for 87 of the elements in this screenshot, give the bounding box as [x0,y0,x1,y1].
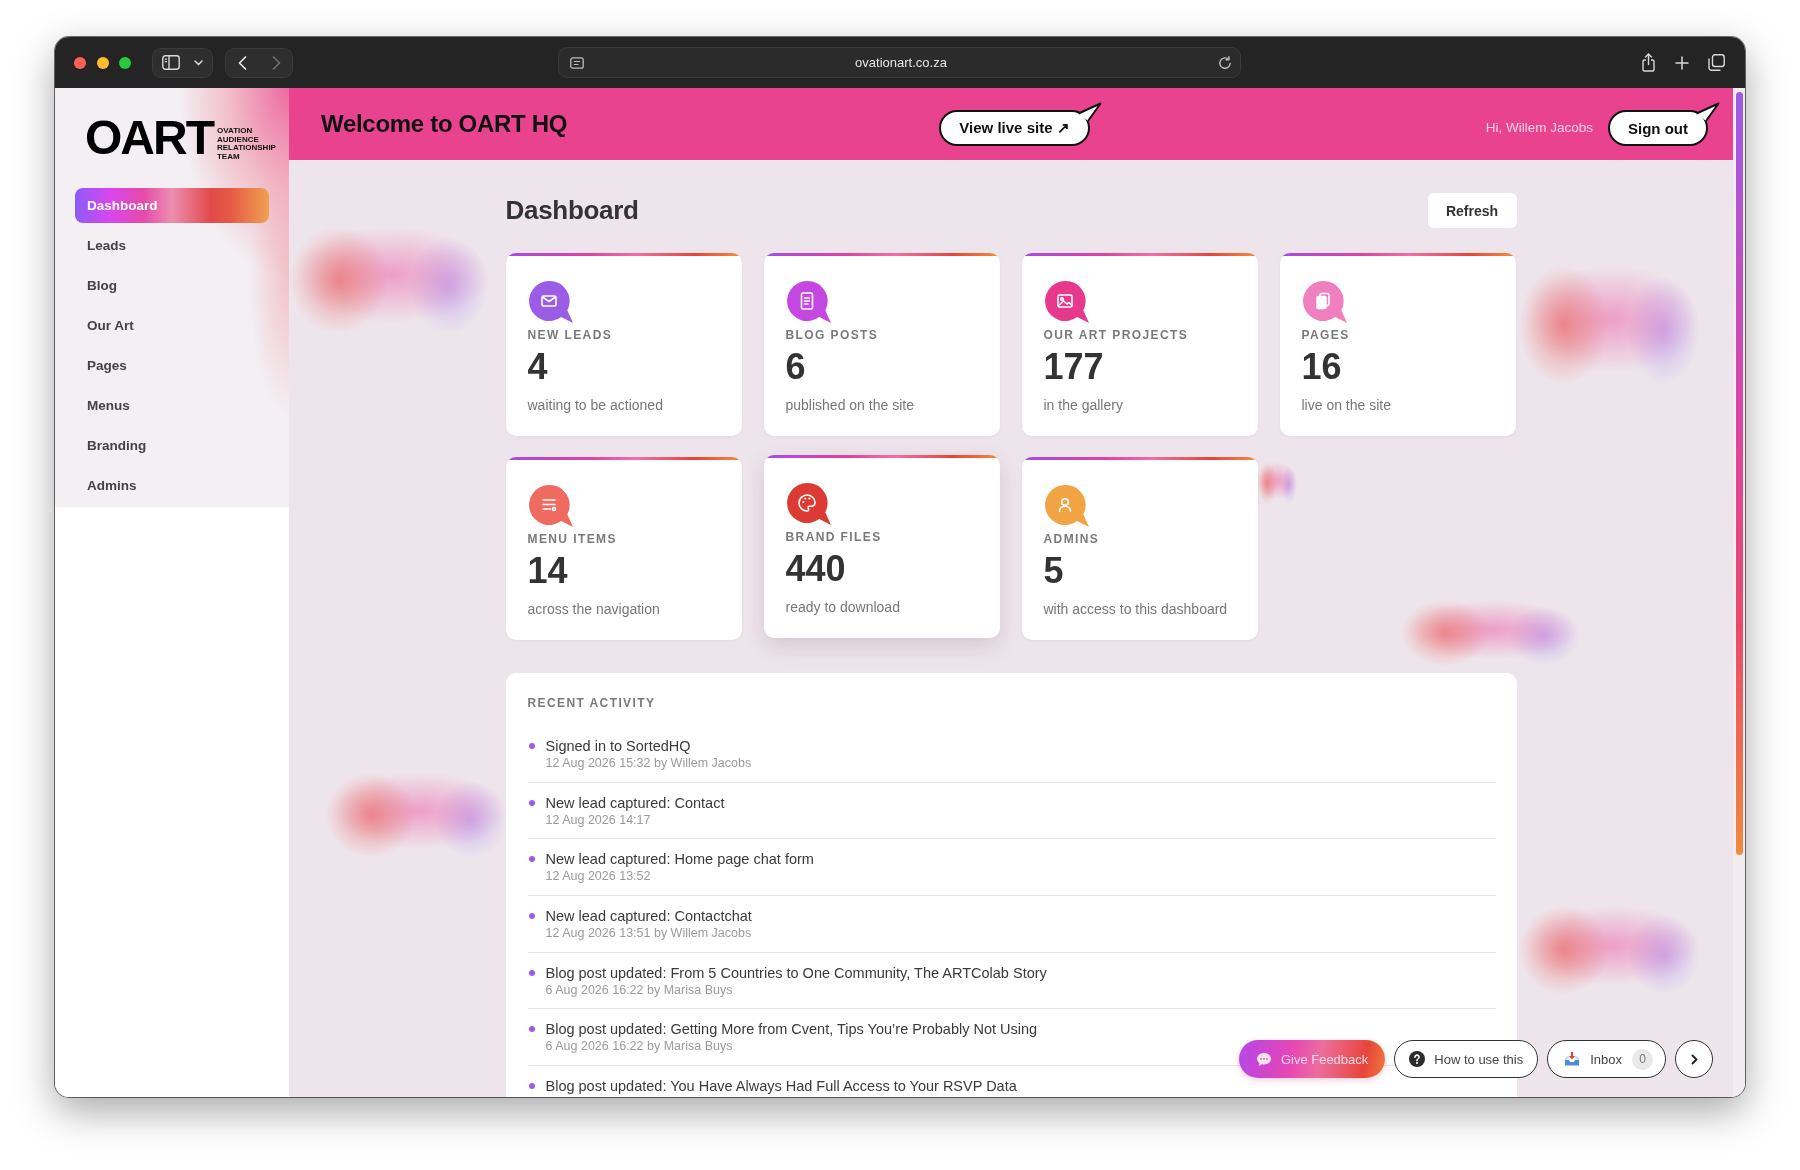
logo-tagline: OVATION AUDIENCE RELATIONSHIP TEAM [217,127,276,161]
activity-title: RECENT ACTIVITY [527,695,657,711]
stat-card[interactable]: OUR ART PROJECTS 177 in the gallery [1021,253,1258,436]
stat-label: BLOG POSTS [785,328,880,342]
stat-label: ADMINS [1043,532,1101,546]
logo-wordmark: OART [85,110,213,166]
stat-card[interactable]: MENU ITEMS 14 across the navigation [505,457,742,640]
chevron-down-icon[interactable] [193,59,203,66]
stat-caption: in the gallery [1043,396,1124,414]
activity-meta: 12 Aug 2026 15:32 by Willem Jacobs [545,755,752,771]
nav-item[interactable]: Pages [75,348,269,383]
chat-bubble-icon [1255,1051,1272,1067]
stat-value: 5 [1043,551,1065,591]
minimize-icon[interactable] [96,56,109,69]
chevron-right-icon [1690,1053,1698,1065]
nav-item[interactable]: Leads [75,228,269,263]
stat-label: MENU ITEMS [527,532,618,546]
bullet-dot-icon [528,1026,535,1033]
stat-caption: ready to download [785,598,901,616]
stat-card[interactable]: PAGES 16 live on the site [1279,253,1516,436]
activity-meta: 12 Aug 2026 13:51 by Willem Jacobs [545,924,752,941]
inbox-count: 0 [1632,1048,1653,1070]
stat-label: NEW LEADS [527,328,614,342]
maximize-icon[interactable] [119,56,131,69]
back-icon[interactable] [237,55,247,70]
stat-value: 177 [1043,347,1105,387]
activity-text: New lead captured: Contactchat [545,906,752,925]
address-bar[interactable]: ovationart.co.za [558,47,1241,78]
activity-text: New lead captured: Home page chat form [545,850,814,869]
nav-item[interactable]: Admins [75,468,269,503]
activity-text: Blog post updated: You Have Always Had Full Access to Your RSVP Data [545,1076,1017,1095]
stat-value: 6 [785,347,807,387]
welcome-title: Welcome to OART HQ [321,110,569,138]
blurred-shape-drawing [1257,462,1297,504]
greeting-text: Hi, Willem Jacobs [1485,120,1593,135]
activity-meta: 6 Aug 2026 16:22 by Marisa Buys [545,1038,734,1055]
nav-item[interactable]: Branding [75,428,269,463]
page-icon[interactable] [570,55,584,70]
stat-label: OUR ART PROJECTS [1043,328,1190,342]
stat-card[interactable]: NEW LEADS 4 waiting to be actioned [505,253,742,436]
stat-value: 440 [785,549,847,589]
bullet-dot-icon [528,799,535,806]
inbox-tray-icon [1564,1051,1581,1067]
refresh-button[interactable]: Refresh [1427,193,1517,228]
page-title: Dashboard [505,195,639,226]
close-icon[interactable] [74,56,86,69]
scrollbar-thumb[interactable] [1735,92,1743,855]
sidebar-toggle-icon[interactable] [161,55,180,70]
stat-label: PAGES [1301,328,1351,342]
bullet-dot-icon [528,856,535,863]
activity-meta: 12 Aug 2026 13:52 [545,868,652,885]
bullet-dot-icon [528,1082,535,1089]
plus-icon[interactable] [1675,55,1689,70]
nav-item[interactable]: Menus [75,388,269,423]
stat-card[interactable]: BRAND FILES 440 ready to download [763,455,1000,638]
stat-card[interactable]: ADMINS 5 with access to this dashboard [1021,457,1258,640]
activity-text: Blog post updated: Getting More from Cvent, Tips You’re Probably Not Using [545,1020,1038,1039]
inbox-button[interactable]: Inbox 0 [1547,1040,1666,1078]
activity-meta: 6 Aug 2026 16:22 by Marisa Buys [545,981,734,998]
stat-value: 14 [527,551,569,591]
bullet-dot-icon [528,743,535,749]
stat-caption: across the navigation [527,600,661,618]
how-to-use-button[interactable]: How to use this [1394,1040,1539,1078]
stat-caption: published on the site [785,396,915,414]
activity-text: Signed in to SortedHQ [545,737,692,755]
nav-item[interactable]: Blog [75,268,269,303]
speech-tail-icon [1077,102,1102,122]
help-icon [1409,1051,1426,1067]
share-icon[interactable] [1641,53,1656,72]
stat-caption: with access to this dashboard [1043,600,1229,618]
bullet-dot-icon [528,969,535,976]
bullet-dot-icon [528,912,535,919]
activity-text: New lead captured: Contact [545,793,725,812]
stat-caption: live on the site [1301,396,1392,414]
expand-button[interactable] [1675,1040,1713,1078]
stat-card[interactable]: BLOG POSTS 6 published on the site [763,253,1000,436]
activity-text: Blog post updated: From 5 Countries to One Community, The ARTColab Story [545,963,1047,982]
activity-meta: 12 Aug 2026 14:17 [545,811,652,828]
stat-caption: waiting to be actioned [527,396,664,414]
tabs-icon[interactable] [1708,54,1725,71]
stat-value: 4 [527,347,549,387]
scrollbar-track[interactable] [1733,88,1745,1097]
speech-tail-icon [1696,102,1720,122]
stat-label: BRAND FILES [785,530,883,544]
nav-item[interactable]: Our Art [75,308,269,343]
reload-icon[interactable] [1218,55,1232,70]
stat-value: 16 [1301,347,1343,387]
